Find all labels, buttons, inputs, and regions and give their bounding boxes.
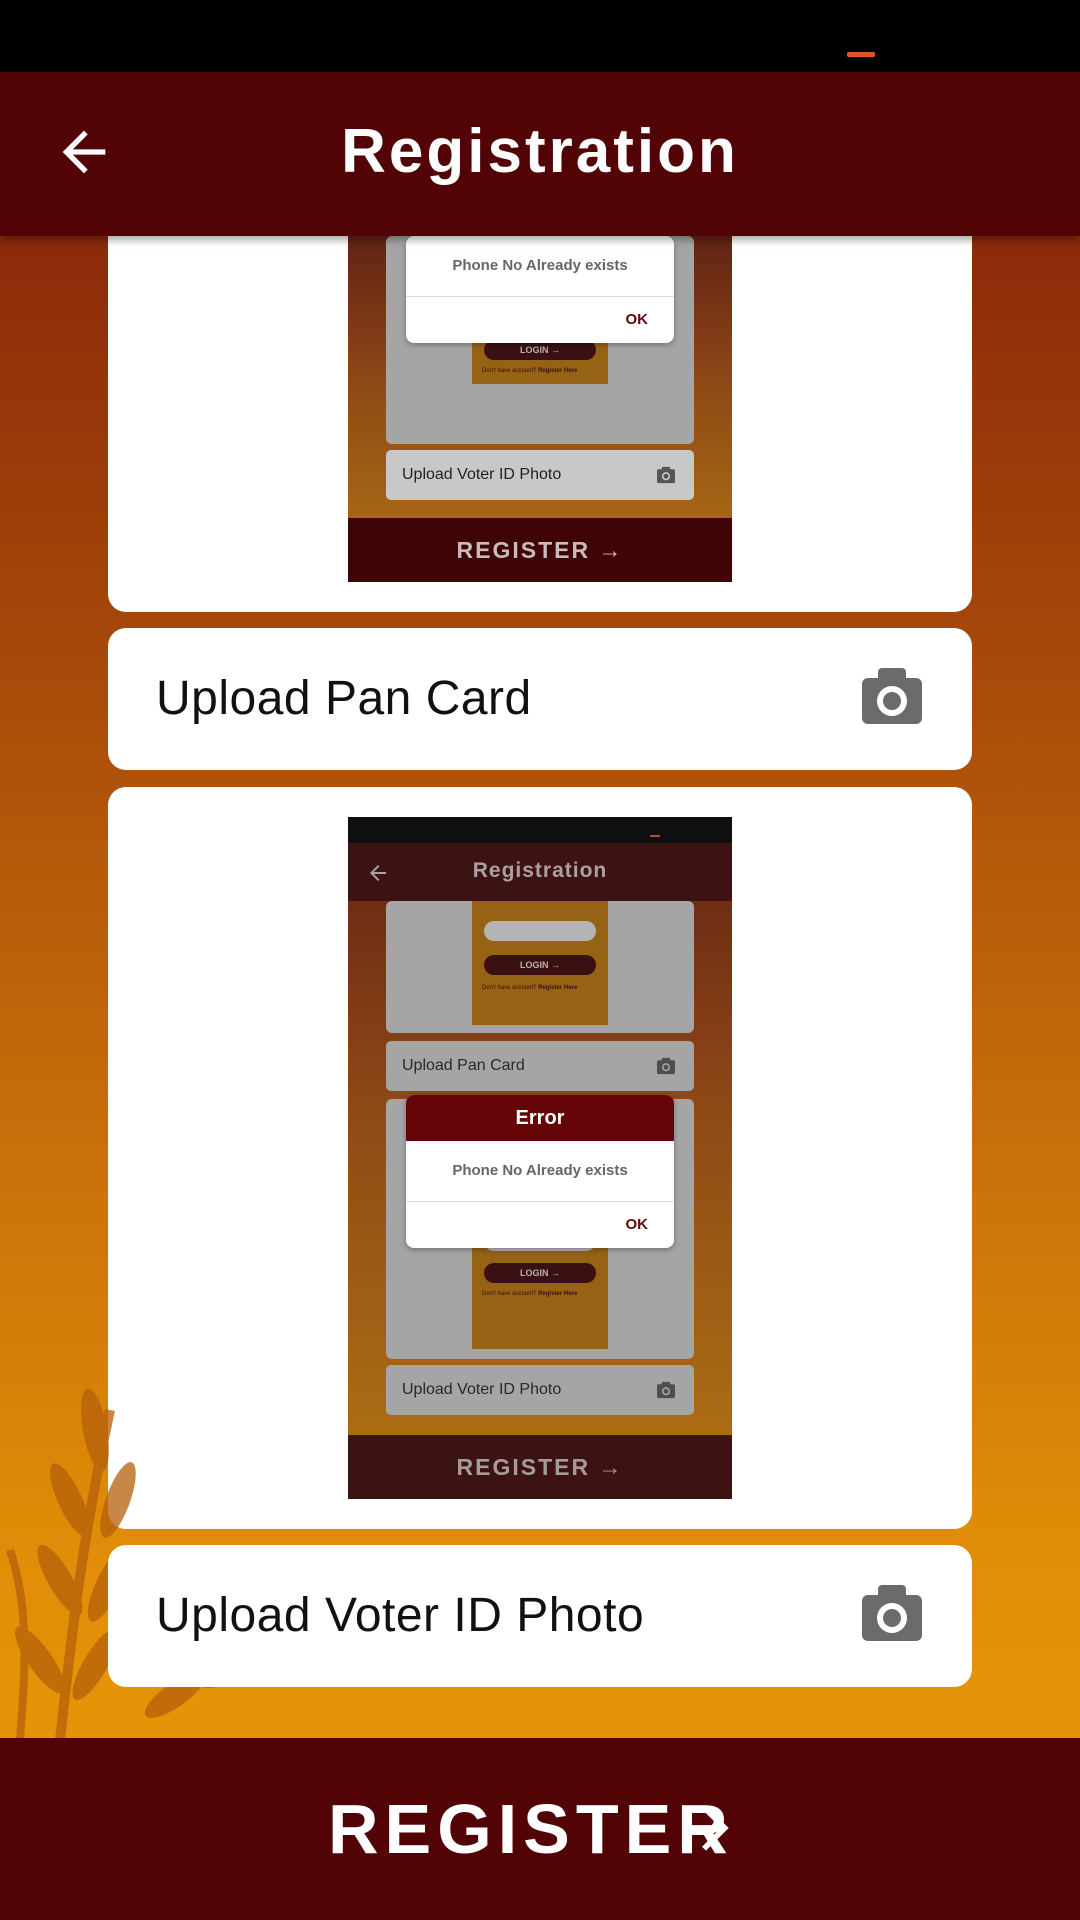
upload-pan-card-label: Upload Pan Card xyxy=(156,672,532,725)
error-dialog-preview: Error Phone No Already exists OK xyxy=(406,1095,674,1248)
pan-card-preview-card: LOGIN → Don't have account? Register Her… xyxy=(108,236,972,612)
error-dialog-preview: Phone No Already exists OK xyxy=(406,236,674,343)
camera-icon xyxy=(657,466,675,484)
camera-icon[interactable] xyxy=(862,668,922,724)
upload-voter-id-label: Upload Voter ID Photo xyxy=(156,1589,645,1642)
pan-card-preview-image: LOGIN → Don't have account? Register Her… xyxy=(348,236,732,582)
arrow-right-icon xyxy=(683,1805,729,1851)
camera-icon[interactable] xyxy=(862,1585,922,1641)
voter-id-preview-image: Registration LOGIN → Don't have account?… xyxy=(348,817,732,1499)
page-title: Registration xyxy=(341,117,739,186)
register-button[interactable]: REGISTER xyxy=(0,1738,1080,1920)
status-bar xyxy=(0,0,1080,72)
upload-voter-id-button[interactable]: Upload Voter ID Photo xyxy=(108,1545,972,1687)
app-bar: Registration xyxy=(0,72,1080,236)
upload-pan-card-button[interactable]: Upload Pan Card xyxy=(108,628,972,770)
status-indicator xyxy=(847,52,875,57)
